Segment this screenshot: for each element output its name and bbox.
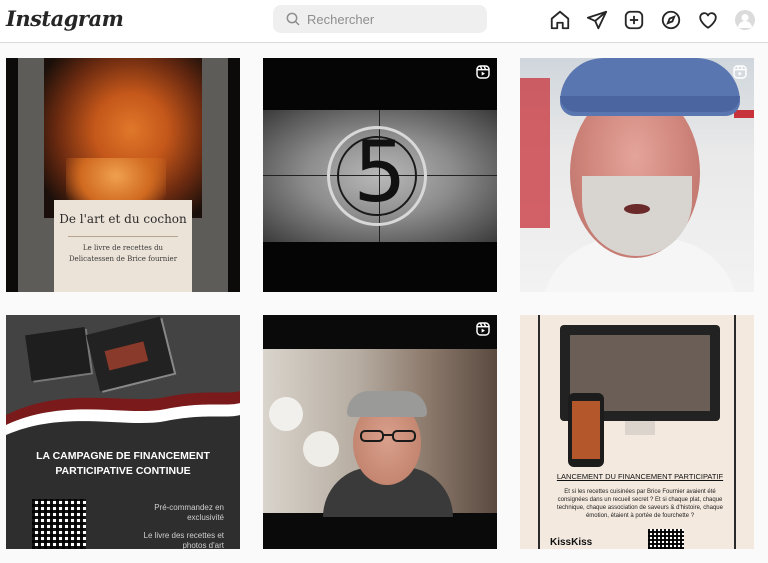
room-background [263,349,497,517]
direct-message-icon[interactable] [586,9,608,31]
search-box[interactable] [273,5,487,33]
top-navigation-bar: Instagram [0,0,768,43]
reel-icon [732,64,748,80]
mouth [624,204,650,214]
book-right [86,316,174,392]
reel-icon [475,64,491,80]
post-thumbnail-3[interactable] [520,58,754,292]
campaign-text: Pré-commandez en exclusivité Le livre de… [116,503,224,549]
red-structure-right [734,110,754,118]
book-subtitle-line1: Le livre de recettes du [82,244,164,252]
post-thumbnail-1[interactable]: De l'art et du cochon Le livre de recett… [6,58,240,292]
phone-mockup [568,393,604,467]
search-icon [286,12,300,26]
campaign-text-line3: Le livre des recettes et [143,531,224,540]
launch-body: Et si les recettes cuisinées par Brice F… [557,489,723,519]
book-left [25,327,91,381]
qr-code [648,529,684,549]
reel-icon [475,321,491,337]
campaign-heading-line1: LA CAMPAGNE DE FINANCEMENT [36,450,210,462]
post-thumbnail-5[interactable] [263,315,497,549]
white-lamp-2 [303,431,339,467]
cap-brim [560,96,740,112]
post-thumbnail-6[interactable]: LANCEMENT DU FINANCEMENT PARTICIPATIF Et… [520,315,754,549]
book-cover-card: De l'art et du cochon Le livre de recett… [54,200,192,292]
explore-icon[interactable] [660,9,682,31]
red-structure [520,78,550,228]
post-thumbnail-2[interactable]: 5 [263,58,497,292]
glasses [360,430,416,442]
launch-title: LANCEMENT DU FINANCEMENT PARTICIPATIF [556,472,724,481]
campaign-heading: LA CAMPAGNE DE FINANCEMENT PARTICIPATIVE… [6,449,240,479]
decorative-wave [6,391,240,445]
divider [68,236,178,237]
search-input[interactable] [307,5,477,33]
campaign-text-line4: photos d'art [182,541,224,549]
kisskiss-logo: KissKiss [550,537,593,548]
qr-code [32,499,86,549]
campaign-text-line2: exclusivité [187,513,224,522]
campaign-heading-line2: PARTICIPATIVE CONTINUE [55,465,191,477]
book-title: De l'art et du cochon [59,212,187,226]
default-user-icon [738,14,752,28]
book-subtitle-line2: Delicatessen de Brice fournier [68,255,178,263]
instagram-logo[interactable]: Instagram [6,6,124,31]
post-thumbnail-4[interactable]: LA CAMPAGNE DE FINANCEMENT PARTICIPATIVE… [6,315,240,549]
new-post-icon[interactable] [623,9,645,31]
profile-avatar[interactable] [735,10,755,30]
white-lamp [269,397,303,431]
campaign-text-line1: Pré-commandez en [154,503,224,512]
monitor-stand [625,421,655,435]
grey-cap [347,391,427,417]
activity-heart-icon[interactable] [697,9,719,31]
home-icon[interactable] [549,9,571,31]
countdown-screen: 5 [263,110,497,242]
countdown-number: 5 [353,123,407,221]
